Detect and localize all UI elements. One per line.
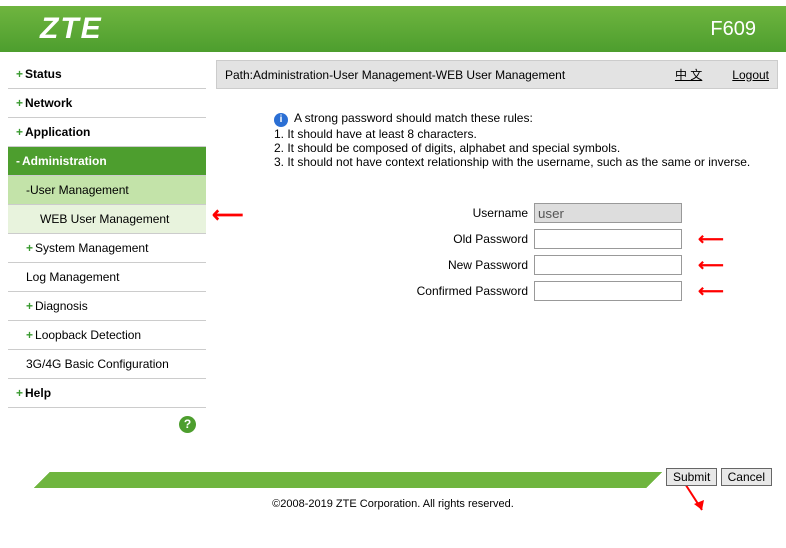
annotation-arrow-icon: ⟵ xyxy=(212,202,244,228)
old-password-field[interactable] xyxy=(534,229,682,249)
username-field xyxy=(534,203,682,223)
content: Path:Administration-User Management-WEB … xyxy=(216,60,778,452)
username-label: Username xyxy=(216,206,534,220)
rules-title: A strong password should match these rul… xyxy=(294,111,533,125)
sidebar-item-web-user-management[interactable]: WEB User Management xyxy=(8,205,206,234)
old-password-label: Old Password xyxy=(216,232,534,246)
breadcrumb: Path:Administration-User Management-WEB … xyxy=(216,60,778,89)
sidebar-item-network[interactable]: +Network xyxy=(8,89,206,118)
sidebar-item-diagnosis[interactable]: +Diagnosis xyxy=(8,292,206,321)
rule-2: 2. It should be composed of digits, alph… xyxy=(274,141,768,155)
annotation-arrow-icon: ⟵ xyxy=(698,229,724,250)
annotation-arrow-icon: ⟵ xyxy=(698,255,724,276)
sidebar: +Status +Network +Application -Administr… xyxy=(8,60,206,452)
new-password-label: New Password xyxy=(216,258,534,272)
logo: ZTE xyxy=(40,12,103,46)
sidebar-item-loopback[interactable]: +Loopback Detection xyxy=(8,321,206,350)
sidebar-item-user-management[interactable]: -User Management xyxy=(8,176,206,205)
footer-stripe xyxy=(30,472,666,488)
sidebar-item-system-management[interactable]: +System Management xyxy=(8,234,206,263)
annotation-arrow-icon: ⟵ xyxy=(698,281,724,302)
help-icon[interactable]: ? xyxy=(179,416,196,433)
submit-button[interactable]: Submit xyxy=(666,468,717,486)
sidebar-item-help[interactable]: +Help xyxy=(8,379,206,408)
copyright: ©2008-2019 ZTE Corporation. All rights r… xyxy=(0,492,786,520)
breadcrumb-text: Path:Administration-User Management-WEB … xyxy=(225,68,675,82)
rule-3: 3. It should not have context relationsh… xyxy=(274,155,768,169)
footer-bar: Submit Cancel xyxy=(0,462,786,492)
info-icon: i xyxy=(274,113,288,127)
confirm-password-field[interactable] xyxy=(534,281,682,301)
new-password-field[interactable] xyxy=(534,255,682,275)
password-rules: i A strong password should match these ru… xyxy=(216,89,778,179)
password-form: Username Old Password ⟵ New Password ⟵ C… xyxy=(216,203,778,301)
main-container: +Status +Network +Application -Administr… xyxy=(0,52,786,452)
sidebar-item-status[interactable]: +Status xyxy=(8,60,206,89)
sidebar-item-administration[interactable]: -Administration xyxy=(8,147,206,176)
language-link[interactable]: 中 文 xyxy=(675,66,702,83)
sidebar-item-log-management[interactable]: Log Management xyxy=(8,263,206,292)
model-label: F609 xyxy=(710,18,756,41)
rule-1: 1. It should have at least 8 characters. xyxy=(274,127,768,141)
sidebar-item-application[interactable]: +Application xyxy=(8,118,206,147)
sidebar-item-3g4g-config[interactable]: 3G/4G Basic Configuration xyxy=(8,350,206,379)
logout-link[interactable]: Logout xyxy=(732,68,769,82)
confirm-password-label: Confirmed Password xyxy=(216,284,534,298)
cancel-button[interactable]: Cancel xyxy=(721,468,772,486)
header: ZTE F609 xyxy=(0,6,786,52)
